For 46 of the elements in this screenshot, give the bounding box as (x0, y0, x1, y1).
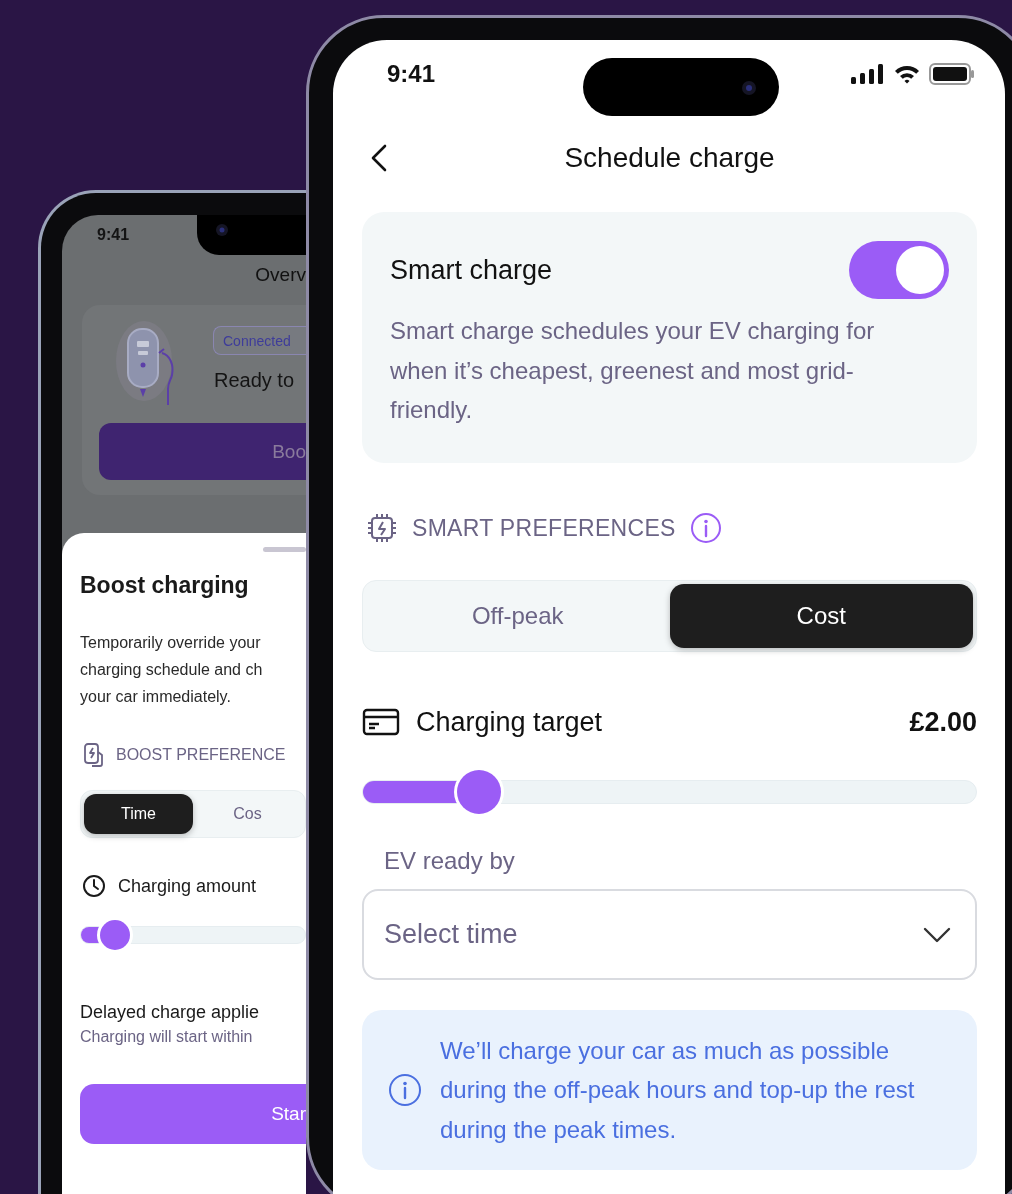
notice-text: Charging will start within (80, 1028, 254, 1046)
signal-icon (851, 64, 885, 84)
status-time: 9:41 (97, 226, 130, 244)
boost-button[interactable]: Boo (99, 423, 306, 480)
status-text: Ready to (214, 369, 295, 392)
info-text: We’ll charge your car as much as possible during the off-peak hours and top-up the rest during the peak times. (440, 1035, 916, 1145)
segment-tab[interactable]: Cost (669, 584, 973, 648)
amount-label: Charging amount (118, 875, 257, 897)
sheet-description: charging schedule and ch (80, 660, 264, 680)
screen-title: Overv (254, 263, 306, 287)
back-button[interactable] (370, 144, 388, 172)
notice-title: Delayed charge applie (80, 1002, 261, 1023)
segment-tab[interactable]: Off-peak (366, 584, 670, 648)
connection-badge: Connected (213, 326, 306, 355)
segment-tab[interactable]: Time (84, 794, 193, 834)
sheet-title: Boost charging (80, 572, 250, 599)
toggle-switch[interactable] (849, 241, 949, 299)
start-button[interactable]: Star (80, 1084, 306, 1144)
status-time: 9:41 (387, 60, 436, 89)
phone-bolt-icon (82, 742, 106, 768)
chevron-down-icon (923, 927, 951, 943)
drag-handle (263, 547, 306, 552)
info-icon (689, 512, 722, 544)
info-icon (388, 1073, 422, 1107)
section-label: BOOST PREFERENCE (116, 746, 286, 764)
camera-icon (215, 223, 229, 237)
chevron-left-icon (370, 144, 388, 172)
card-icon (362, 708, 400, 736)
battery-icon (929, 63, 975, 85)
target-value: £2.00 (909, 706, 977, 738)
sheet-description: your car immediately. (80, 687, 232, 707)
target-label: Charging target (416, 706, 604, 738)
field-label: EV ready by (383, 846, 516, 876)
slider-thumb[interactable] (457, 770, 502, 814)
clock-icon (82, 874, 106, 898)
wifi-icon (893, 64, 921, 84)
card-description: Smart charge schedules your EV charging for when it’s cheapest, greenest and most grid-friendly. (390, 316, 876, 425)
slider-thumb[interactable] (99, 920, 130, 950)
camera-icon (741, 80, 757, 96)
screen-title: Schedule charge (564, 142, 775, 174)
section-label: SMART PREFERENCES (412, 514, 676, 542)
time-select[interactable]: Select time (362, 889, 977, 980)
card-title: Smart charge (390, 254, 553, 286)
segment-tab[interactable]: Cos (193, 794, 302, 834)
sheet-description: Temporarily override your (80, 633, 262, 653)
chip-icon (366, 512, 398, 544)
